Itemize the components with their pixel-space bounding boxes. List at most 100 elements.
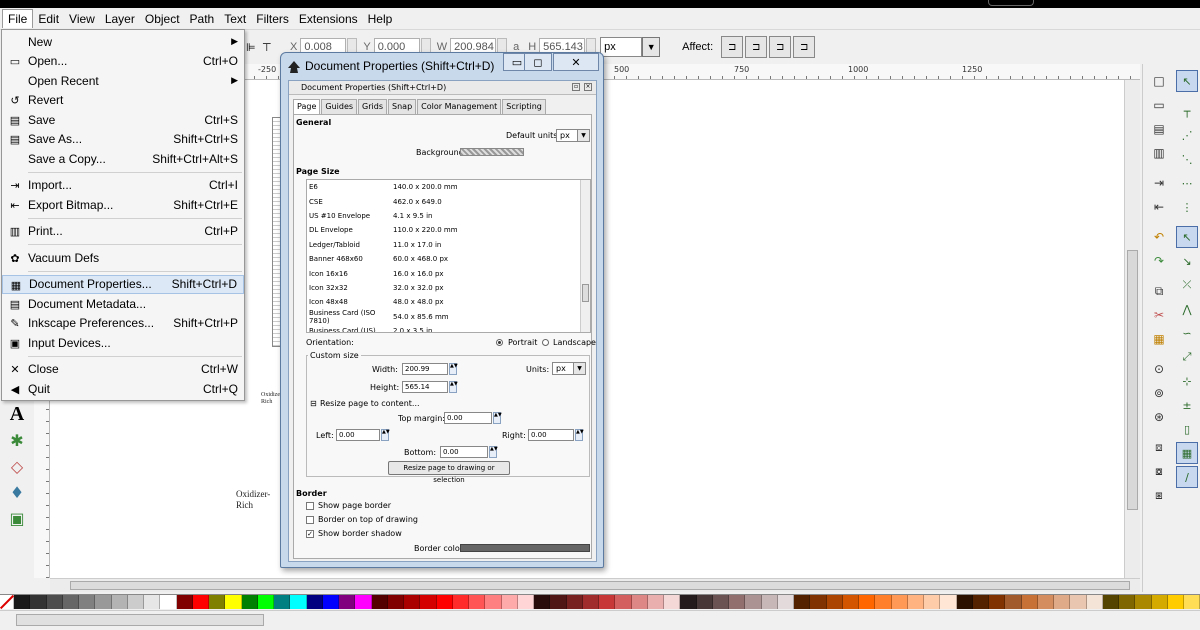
show-border-shadow-checkbox[interactable]: ✓	[306, 530, 314, 538]
scroll-thumb[interactable]	[582, 284, 589, 302]
file-menu-item[interactable]: ✕ Close Ctrl+W	[2, 360, 244, 380]
page-size-row[interactable]: CSE 462.0 x 649.0	[307, 194, 590, 208]
spray-tool-icon[interactable]: ✱	[4, 428, 30, 452]
color-swatch[interactable]	[615, 595, 632, 609]
color-swatch[interactable]	[1070, 595, 1087, 609]
color-swatch[interactable]	[420, 595, 437, 609]
scroll-thumb[interactable]	[1127, 250, 1138, 510]
file-menu-item[interactable]: ▥ Print... Ctrl+P	[2, 222, 244, 242]
height-spin[interactable]: ▲▼	[449, 381, 458, 393]
snap-smooth-icon[interactable]: ∽	[1176, 322, 1198, 344]
resize-expander[interactable]: Resize page to content...	[320, 399, 420, 408]
color-swatch[interactable]	[1167, 595, 1184, 609]
color-swatch[interactable]	[794, 595, 811, 609]
color-swatch[interactable]	[1102, 595, 1119, 609]
text-tool-icon[interactable]: A	[4, 402, 30, 426]
width-input[interactable]: 200.99	[402, 363, 448, 375]
color-swatch[interactable]	[680, 595, 697, 609]
default-units-select[interactable]: px ▼	[556, 129, 590, 142]
color-swatch[interactable]	[241, 595, 258, 609]
page-size-row[interactable]: Business Card (US) 2.0 x 3.5 in	[307, 324, 590, 332]
top-margin-spin[interactable]: ▲▼	[493, 412, 502, 424]
color-swatch[interactable]	[956, 595, 973, 609]
color-swatch[interactable]	[160, 595, 177, 609]
tab-color-management[interactable]: Color Management	[417, 99, 502, 114]
close-icon[interactable]: ×	[584, 83, 592, 91]
color-swatch[interactable]	[290, 595, 307, 609]
tab-snap[interactable]: Snap	[388, 99, 417, 114]
color-swatch[interactable]	[517, 595, 534, 609]
file-menu-item[interactable]: ▤ Save Ctrl+S	[2, 110, 244, 130]
color-swatch[interactable]	[111, 595, 128, 609]
color-swatch[interactable]	[485, 595, 502, 609]
canvas-text-oxidizer[interactable]: Oxidizer-	[236, 489, 270, 499]
affect-gradients-button[interactable]: ⊐	[769, 36, 792, 58]
left-margin-spin[interactable]: ▲▼	[381, 429, 390, 441]
affect-corners-button[interactable]: ⊐	[745, 36, 768, 58]
width-spin[interactable]: ▲▼	[449, 363, 458, 375]
color-swatch[interactable]	[826, 595, 843, 609]
horizontal-scrollbar[interactable]	[50, 578, 1140, 592]
menu-help[interactable]: Help	[363, 10, 398, 28]
bottom-margin-input[interactable]: 0.00	[440, 446, 488, 458]
portrait-radio[interactable]	[496, 339, 503, 346]
palette-scrollbar[interactable]	[16, 614, 264, 626]
unit-select[interactable]: px	[600, 37, 643, 57]
color-swatch[interactable]	[452, 595, 469, 609]
unlink-clone-icon[interactable]: ⧆	[1148, 484, 1170, 506]
page-size-row[interactable]: Icon 16x16 16.0 x 16.0 px	[307, 266, 590, 280]
snap-page-icon[interactable]: ▯	[1176, 418, 1198, 440]
undo-icon[interactable]: ↶	[1148, 226, 1170, 248]
color-swatch[interactable]	[274, 595, 291, 609]
redo-icon[interactable]: ↷	[1148, 250, 1170, 272]
color-swatch[interactable]	[989, 595, 1006, 609]
tab-page[interactable]: Page	[293, 99, 321, 114]
right-margin-spin[interactable]: ▲▼	[575, 429, 584, 441]
border-on-top-checkbox[interactable]	[306, 516, 314, 524]
list-scrollbar[interactable]	[580, 180, 590, 332]
bottom-margin-spin[interactable]: ▲▼	[489, 446, 498, 458]
color-swatch[interactable]	[1054, 595, 1071, 609]
color-swatch[interactable]	[875, 595, 892, 609]
snap-midpoint-icon[interactable]: ⤢	[1176, 346, 1198, 368]
close-button[interactable]: ✕	[553, 53, 599, 71]
color-swatch[interactable]	[387, 595, 404, 609]
color-swatch[interactable]	[144, 595, 161, 609]
eraser-tool-icon[interactable]: ◇	[4, 454, 30, 478]
color-swatch[interactable]	[550, 595, 567, 609]
right-margin-input[interactable]: 0.00	[528, 429, 574, 441]
color-swatch[interactable]	[209, 595, 226, 609]
resize-to-drawing-button[interactable]: Resize page to drawing or selection	[388, 461, 510, 484]
color-swatch[interactable]	[404, 595, 421, 609]
color-swatch[interactable]	[891, 595, 908, 609]
color-swatch[interactable]	[924, 595, 941, 609]
page-size-row[interactable]: E6 140.0 x 200.0 mm	[307, 180, 590, 194]
file-menu-item[interactable]: ▭ Open... Ctrl+O	[2, 52, 244, 72]
zoom-selection-icon[interactable]: ⊙	[1148, 358, 1170, 380]
file-menu-item[interactable]: Open Recent ▶	[2, 71, 244, 91]
align-icon[interactable]: ⊫	[246, 41, 262, 54]
height-input[interactable]: 565.14	[402, 381, 448, 393]
menu-edit[interactable]: Edit	[33, 10, 64, 28]
snap-enable-icon[interactable]: ↖	[1176, 70, 1198, 92]
file-menu-item[interactable]: ⇥ Import... Ctrl+I	[2, 176, 244, 196]
file-menu-item[interactable]: ✿ Vacuum Defs	[2, 248, 244, 268]
file-menu-item[interactable]: ⇤ Export Bitmap... Shift+Ctrl+E	[2, 195, 244, 215]
color-swatch[interactable]	[647, 595, 664, 609]
copy-icon[interactable]: ⧉	[1148, 280, 1170, 302]
color-swatch[interactable]	[631, 595, 648, 609]
color-swatch[interactable]	[30, 595, 47, 609]
tab-scripting[interactable]: Scripting	[502, 99, 546, 114]
clone-icon[interactable]: ⧇	[1148, 460, 1170, 482]
color-swatch[interactable]	[225, 595, 242, 609]
scroll-thumb[interactable]	[70, 581, 1130, 590]
page-size-list[interactable]: E6 140.0 x 200.0 mm CSE 462.0 x 649.0 US #10…	[306, 179, 591, 333]
no-paint-swatch[interactable]	[0, 595, 14, 609]
snap-rotation-icon[interactable]: ±	[1176, 394, 1198, 416]
color-swatch[interactable]	[322, 595, 339, 609]
snap-paths-icon[interactable]: ↘	[1176, 250, 1198, 272]
snap-nodes-icon[interactable]: ↖	[1176, 226, 1198, 248]
menu-layer[interactable]: Layer	[100, 10, 140, 28]
open-folder-icon[interactable]: ▭	[1148, 94, 1170, 116]
chevron-down-icon[interactable]: ▼	[642, 37, 661, 57]
